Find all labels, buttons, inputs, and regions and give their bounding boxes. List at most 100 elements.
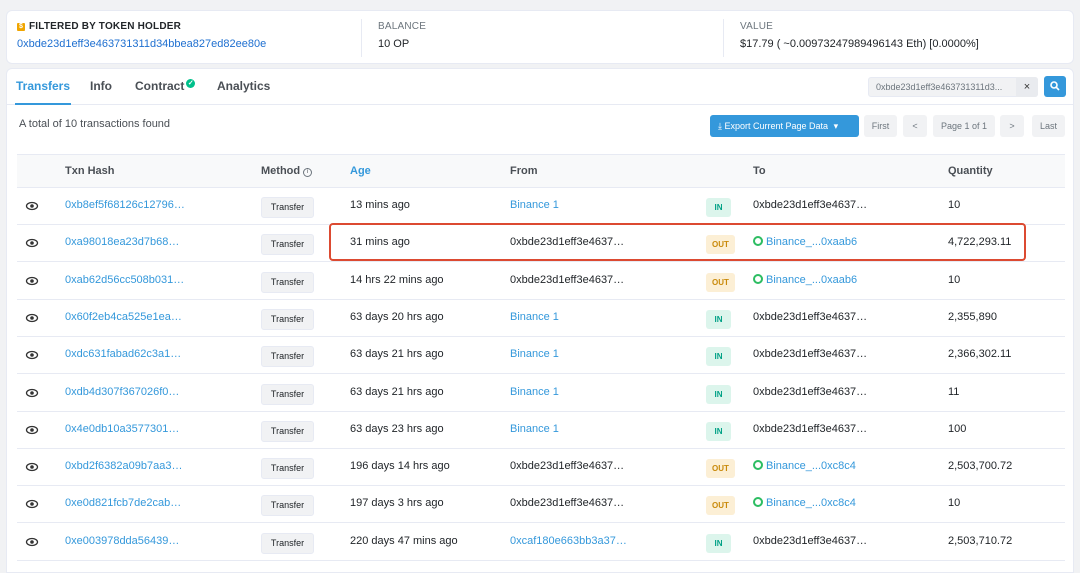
from-address[interactable]: Binance 1 [510,348,559,360]
quantity-value: 10 [948,199,961,211]
chevron-left-icon: < [912,121,918,131]
to-address[interactable]: Binance_...0xc8c4 [753,497,856,509]
from-address[interactable]: Binance 1 [510,386,559,398]
first-page-button[interactable]: First [864,115,897,137]
tab-contract-label: Contract [135,79,185,93]
quantity-value: 11 [948,385,960,398]
quantity-value: 10 [948,497,961,510]
binance-icon [753,460,763,471]
to-address-label: Binance_...0xc8c4 [766,497,856,510]
eye-icon[interactable] [25,348,39,362]
to-address-label: 0xbde23d1eff3e4637… [753,348,868,361]
to-address-label: 0xbde23d1eff3e4637… [753,534,868,547]
tab-transfers[interactable]: Transfers [16,79,70,93]
txn-hash-link[interactable]: 0x60f2eb4ca525e1ea… [65,311,182,323]
eye-icon[interactable] [25,423,39,437]
direction-badge: IN [706,384,731,404]
txn-hash-link[interactable]: 0xbd2f6382a09b7aa3… [65,460,182,472]
value-label: VALUE [740,21,774,32]
age-text: 63 days 23 hrs ago [350,422,444,435]
to-address[interactable]: Binance_...0xc8c4 [753,460,856,472]
direction-badge: IN [706,347,731,367]
txn-hash-link[interactable]: 0xa98018ea23d7b68… [65,236,179,248]
close-icon: × [1023,81,1031,93]
from-address[interactable]: Binance 1 [510,423,559,435]
method-badge: Transfer [261,234,314,256]
column-txn-hash: Txn Hash [65,165,115,177]
quantity-value: 10 [948,273,961,286]
column-age[interactable]: Age [350,165,371,177]
age-text: 63 days 20 hrs ago [350,310,444,323]
txn-hash-link[interactable]: 0xdb4d307f367026f0… [65,386,179,398]
prev-page-button[interactable]: < [903,115,927,137]
txn-hash-link[interactable]: 0xe003978dda56439… [65,535,179,547]
from-address: 0xbde23d1eff3e4637… [510,273,625,286]
tab-analytics[interactable]: Analytics [217,79,270,93]
direction-badge: IN [706,533,731,553]
eye-icon[interactable] [25,460,39,474]
txn-hash-link[interactable]: 0xdc631fabad62c3a1… [65,348,181,360]
age-text: 196 days 14 hrs ago [350,460,450,473]
to-address-label: 0xbde23d1eff3e4637… [753,422,868,435]
txn-hash-link[interactable]: 0xe0d821fcb7de2cab… [65,497,181,509]
tab-contract[interactable]: Contract ✓ [135,79,196,93]
eye-icon[interactable] [25,236,39,250]
next-page-button[interactable]: > [1000,115,1024,137]
direction-badge: OUT [706,272,735,292]
export-data-button[interactable]: ⤓ Export Current Page Data ▾ [710,115,859,137]
to-address: 0xbde23d1eff3e4637… [753,348,867,360]
balance-summary: BALANCE 10 OP [378,21,426,50]
direction-badge: OUT [706,459,735,479]
method-badge: Transfer [261,308,314,330]
quantity-value: 2,355,890 [948,310,997,323]
quantity-value: 2,366,302.11 [948,348,1012,361]
download-icon: ⤓ [718,121,722,131]
direction-badge: IN [706,198,731,217]
from-address: 0xbde23d1eff3e4637… [510,497,625,510]
clear-filter-button[interactable]: × [1016,77,1038,97]
active-tab-indicator [15,103,71,105]
table-row: 0x60f2eb4ca525e1ea… Transfer 63 days 20 hr… [17,300,1065,337]
token-holder-summary: $ FILTERED BY TOKEN HOLDER 0xbde23d1eff3… [6,10,1074,64]
method-badge: Transfer [261,383,314,405]
eye-icon[interactable] [25,199,39,213]
table-row: 0xab62d56cc508b031… Transfer 14 hrs 22 min… [17,263,1065,300]
txn-hash-link[interactable]: 0x4e0db10a3577301… [65,423,179,435]
txn-hash-link[interactable]: 0xb8ef5f68126c12796… [65,199,185,211]
to-address: 0xbde23d1eff3e4637… [753,423,867,435]
to-address[interactable]: Binance_...0xaab6 [753,273,857,286]
filter-address-input[interactable]: 0xbde23d1eff3e463731311d3... [868,77,1038,97]
column-to: To [753,165,766,177]
from-address[interactable]: Binance 1 [510,199,559,211]
column-quantity: Quantity [948,165,993,177]
search-button[interactable] [1044,76,1066,97]
from-address[interactable]: 0xcaf180e663bb3a37… [510,535,627,547]
divider [361,19,362,57]
method-badge: Transfer [261,420,314,442]
value-summary: VALUE $17.79 ( ~0.00973247989496143 Eth)… [740,21,979,50]
age-text: 14 hrs 22 mins ago [350,273,444,286]
from-address[interactable]: Binance 1 [510,311,559,323]
quantity-value: 2,503,700.72 [948,460,1013,473]
value-amount: $17.79 ( ~0.00973247989496143 Eth) [0.00… [740,38,979,50]
txn-hash-link[interactable]: 0xab62d56cc508b031… [65,274,184,286]
eye-icon[interactable] [25,535,39,549]
table-row: 0xe0d821fcb7de2cab… Transfer 197 days 3 hr… [17,486,1065,524]
eye-icon[interactable] [25,274,39,288]
method-badge: Transfer [261,197,314,218]
eye-icon[interactable] [25,497,39,511]
holder-address-link[interactable]: 0xbde23d1eff3e463731311d34bbea827ed82ee8… [17,38,266,50]
last-page-button[interactable]: Last [1032,115,1065,137]
tab-info[interactable]: Info [90,79,112,93]
method-badge: Transfer [261,346,314,368]
age-text: 13 mins ago [350,199,410,211]
to-address-label: 0xbde23d1eff3e4637… [753,310,868,323]
info-icon[interactable]: i [303,168,313,177]
method-badge: Transfer [261,458,314,480]
eye-icon[interactable] [25,311,39,325]
age-text: 220 days 47 mins ago [350,534,458,547]
binance-icon [753,497,763,508]
eye-icon[interactable] [25,386,39,400]
page-indicator: Page 1 of 1 [933,115,995,137]
to-address-label: 0xbde23d1eff3e4637… [753,385,868,398]
